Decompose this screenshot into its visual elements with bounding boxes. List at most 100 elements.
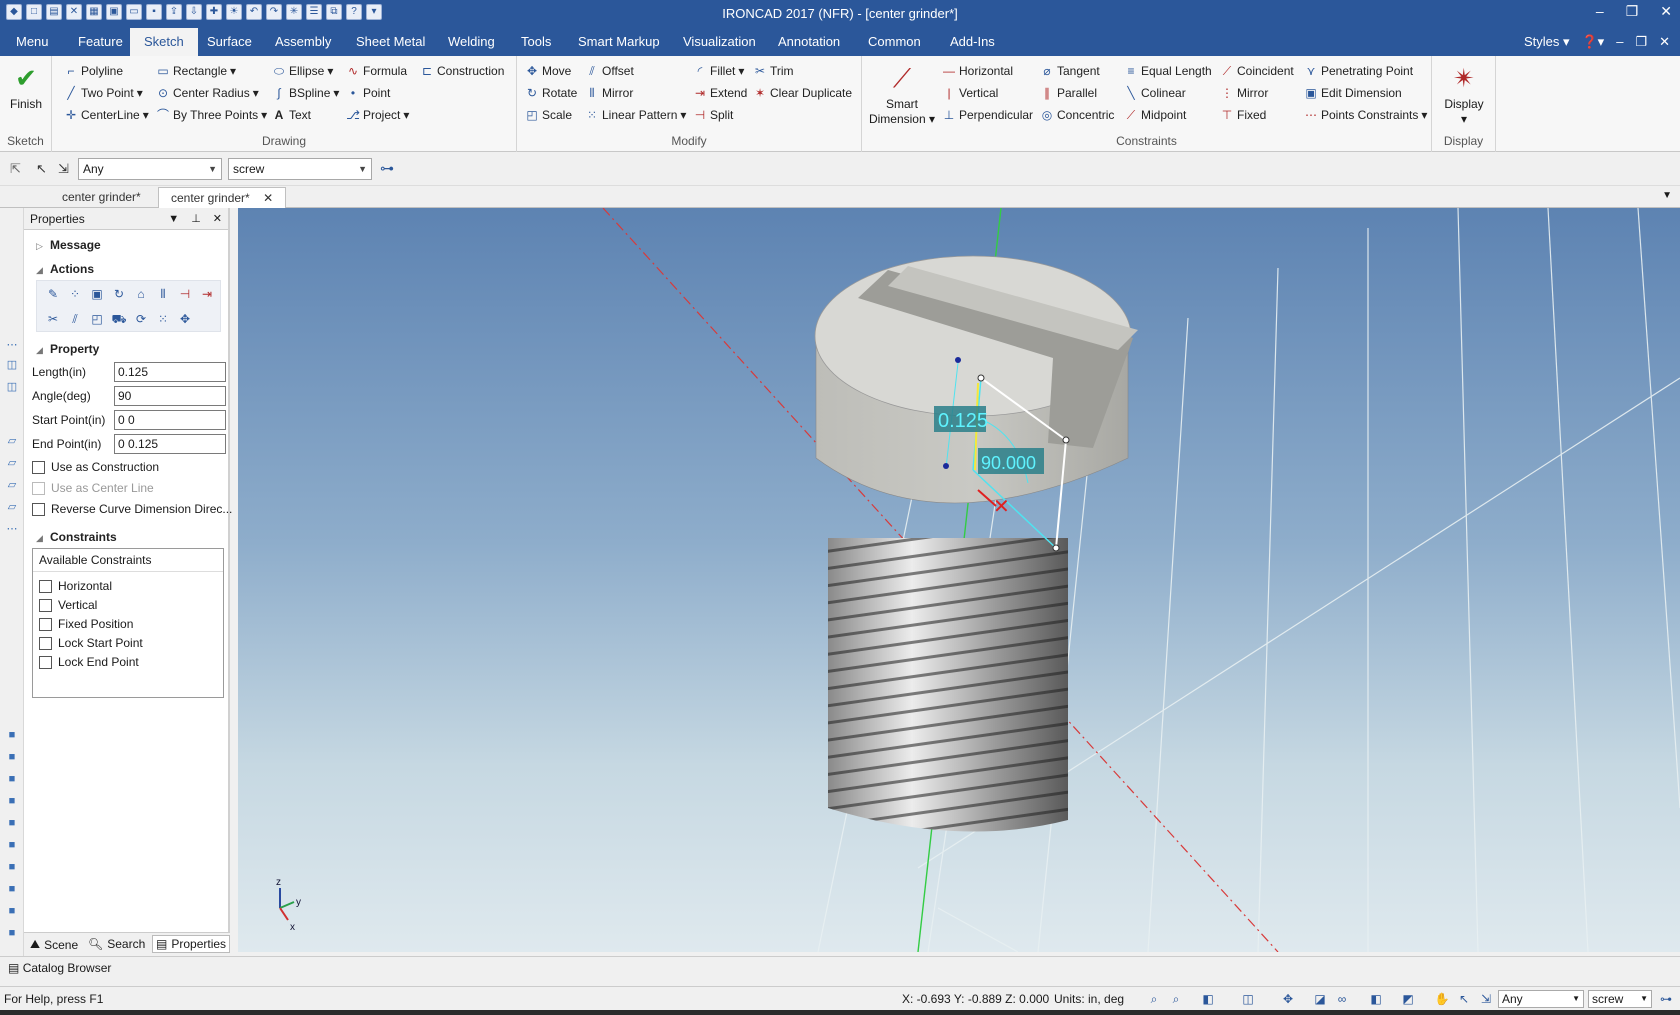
status-filter-combo[interactable]: Any ▼	[1498, 990, 1584, 1008]
pin-icon[interactable]: ⊥	[191, 208, 201, 230]
doc-tab-2[interactable]: center grinder* ✕	[158, 187, 287, 208]
pattern-icon[interactable]: ⁙	[155, 311, 171, 327]
edit-icon[interactable]: ✎	[45, 286, 61, 302]
tool-icon[interactable]: ⋯	[5, 522, 19, 536]
scene-canvas[interactable]: ✕ 0.125 90.000 z y x	[238, 208, 1680, 952]
select-filter-icon[interactable]: ⇱	[10, 161, 21, 177]
tab-common[interactable]: Common	[866, 28, 923, 56]
restore-icon[interactable]: ❐	[1626, 3, 1639, 20]
linear-pattern-button[interactable]: ⁙ Linear Pattern ▾	[585, 108, 686, 122]
points-icon[interactable]: ⁘	[67, 286, 83, 302]
mirror-icon[interactable]: ⫴	[155, 286, 171, 302]
text-button[interactable]: A Text	[272, 108, 311, 122]
trim-icon[interactable]: ✂	[45, 311, 61, 327]
filter-combo[interactable]: Any ▼	[78, 158, 222, 180]
actions-section[interactable]: ◢ Actions	[36, 262, 94, 276]
tab-feature[interactable]: Feature	[76, 28, 125, 56]
cube-icon[interactable]: ■	[5, 728, 19, 742]
tool-icon[interactable]: ◫	[5, 380, 19, 394]
box-icon[interactable]: ▣	[89, 286, 105, 302]
glasses-icon[interactable]: ∞	[1334, 991, 1350, 1007]
pointer-icon[interactable]: ↖	[36, 161, 47, 177]
constraints-section[interactable]: ◢ Constraints	[36, 530, 117, 544]
hierarchy-icon[interactable]: ⊶	[380, 160, 394, 177]
offset-button[interactable]: ⫽ Offset	[585, 64, 633, 78]
styles-dropdown[interactable]: Styles ▾	[1524, 34, 1570, 50]
angle-dimension[interactable]: 90.000	[978, 448, 1044, 474]
scale-icon[interactable]: ◰	[89, 311, 105, 327]
tool-icon[interactable]: ▱	[5, 434, 19, 448]
chevron-down-icon[interactable]: ▼	[1662, 190, 1672, 201]
split-icon[interactable]: ⊣	[177, 286, 193, 302]
edit-dimension-button[interactable]: ▣ Edit Dimension	[1304, 86, 1401, 100]
hand-icon[interactable]: ✋	[1434, 991, 1450, 1007]
select-part-icon[interactable]: ⇲	[1478, 991, 1494, 1007]
display-button[interactable]: ✴ Display ▾	[1436, 62, 1492, 127]
smart-dimension-button[interactable]: ⟋ Smart Dimension ▾	[866, 62, 938, 127]
cube-icon[interactable]: ■	[5, 794, 19, 808]
close-icon[interactable]: ✕	[263, 191, 273, 205]
shading-icon[interactable]: ◫	[1240, 991, 1256, 1007]
mirror-constraint-button[interactable]: ⋮ Mirror	[1220, 86, 1268, 100]
equal-length-button[interactable]: ≡ Equal Length	[1124, 64, 1211, 78]
zoom-icon[interactable]: ⌕	[1168, 991, 1184, 1007]
tab-annotation[interactable]: Annotation	[776, 28, 842, 56]
tab-assembly[interactable]: Assembly	[273, 28, 333, 56]
coincident-button[interactable]: ⟋ Coincident	[1220, 64, 1294, 78]
finish-button[interactable]: ✔ Finish	[6, 62, 46, 112]
perpendicular-button[interactable]: ⊥ Perpendicular	[942, 108, 1033, 122]
tool-icon[interactable]: ▱	[5, 478, 19, 492]
tool-icon[interactable]: ⋯	[5, 338, 19, 352]
select-part-icon[interactable]: ⇲	[58, 161, 69, 177]
doc-close-icon[interactable]: ✕	[1659, 34, 1670, 50]
cube-icon[interactable]: ■	[5, 882, 19, 896]
chevron-down-icon[interactable]: ▼	[168, 208, 179, 230]
colinear-button[interactable]: ╲ Colinear	[1124, 86, 1185, 100]
cube-icon[interactable]: ■	[5, 772, 19, 786]
cube-icon[interactable]: ■	[5, 816, 19, 830]
status-part-combo[interactable]: screw ▼	[1588, 990, 1652, 1008]
fixed-button[interactable]: ⊤ Fixed	[1220, 108, 1267, 122]
tab-visualization[interactable]: Visualization	[681, 28, 758, 56]
constraint-lock-end-checkbox[interactable]: Lock End Point	[39, 655, 139, 669]
tab-properties[interactable]: ▤ Properties	[152, 935, 231, 953]
hat-icon[interactable]: ⌂	[133, 286, 149, 302]
tab-surface[interactable]: Surface	[205, 28, 254, 56]
tangent-button[interactable]: ⌀ Tangent	[1040, 64, 1099, 78]
constraint-horizontal-checkbox[interactable]: Horizontal	[39, 579, 112, 593]
center-radius-button[interactable]: ⊙ Center Radius ▾	[156, 86, 259, 100]
reverse-curve-dimension-checkbox[interactable]: Reverse Curve Dimension Direc...	[32, 502, 232, 516]
ellipse-button[interactable]: ⬭ Ellipse ▾	[272, 64, 334, 78]
display-mode-icon[interactable]: ◧	[1368, 991, 1384, 1007]
midpoint-button[interactable]: ⟋ Midpoint	[1124, 108, 1187, 122]
length-input[interactable]: 0.125	[114, 362, 226, 382]
centerline-button[interactable]: ✛ CenterLine ▾	[64, 108, 149, 122]
use-as-construction-checkbox[interactable]: Use as Construction	[32, 460, 159, 474]
formula-button[interactable]: ∿ Formula	[346, 64, 407, 78]
constraint-lock-start-checkbox[interactable]: Lock Start Point	[39, 636, 143, 650]
penetrating-point-button[interactable]: ⋎ Penetrating Point	[1304, 64, 1413, 78]
angle-input[interactable]: 90	[114, 386, 226, 406]
tool-icon[interactable]: ◫	[5, 358, 19, 372]
point-button[interactable]: • Point	[346, 86, 390, 100]
parallel-button[interactable]: ∥ Parallel	[1040, 86, 1097, 100]
doc-restore-icon[interactable]: ❐	[1635, 34, 1647, 50]
cube-icon[interactable]: ■	[5, 904, 19, 918]
car-icon[interactable]: ⛟	[111, 311, 127, 327]
tool-icon[interactable]: ▱	[5, 500, 19, 514]
property-section[interactable]: ◢ Property	[36, 342, 99, 356]
section-icon[interactable]: ◩	[1400, 991, 1416, 1007]
view-cube-icon[interactable]: ◧	[1200, 991, 1216, 1007]
clear-duplicate-button[interactable]: ✶ Clear Duplicate	[753, 86, 852, 100]
two-point-button[interactable]: ╱ Two Point ▾	[64, 86, 142, 100]
end-point-input[interactable]: 0 0.125	[114, 434, 226, 454]
extend-button[interactable]: ⇥ Extend	[693, 86, 747, 100]
tool-icon[interactable]: ▱	[5, 456, 19, 470]
3d-viewport[interactable]: ✕ 0.125 90.000 z y x	[238, 208, 1680, 952]
start-point-input[interactable]: 0 0	[114, 410, 226, 430]
move-icon[interactable]: ✥	[177, 311, 193, 327]
extend-icon[interactable]: ⇥	[199, 286, 215, 302]
tab-welding[interactable]: Welding	[446, 28, 497, 56]
rotate-button[interactable]: ↻ Rotate	[525, 86, 577, 100]
cube-icon[interactable]: ■	[5, 750, 19, 764]
